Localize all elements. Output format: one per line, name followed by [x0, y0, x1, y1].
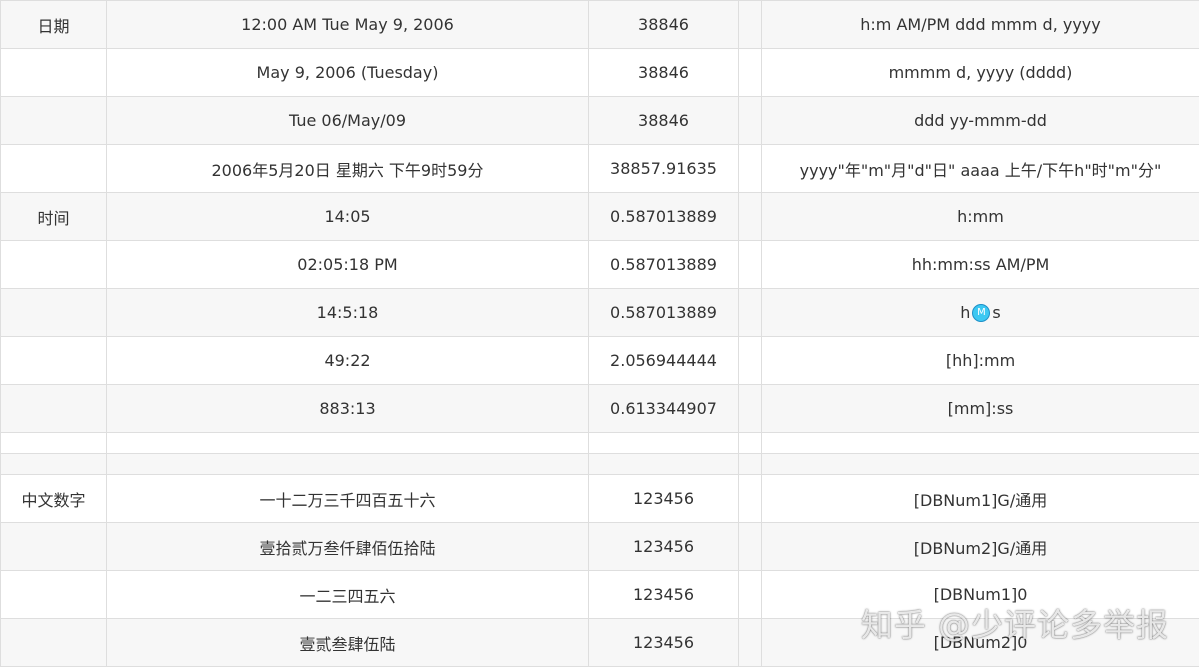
- category-cell: [0, 144, 107, 193]
- spacer-cell: [738, 288, 762, 337]
- empty-row: [0, 453, 1199, 475]
- value-cell: 0.587013889: [588, 288, 739, 337]
- format-cell: [DBNum1]G/通用: [761, 474, 1199, 523]
- display-cell: 12:00 AM Tue May 9, 2006: [106, 0, 589, 49]
- display-cell: May 9, 2006 (Tuesday): [106, 48, 589, 97]
- table-row: 壹拾贰万叁仟肆佰伍拾陆 123456 [DBNum2]G/通用: [0, 522, 1199, 571]
- format-cell: [mm]:ss: [761, 384, 1199, 433]
- table-row: 2006年5月20日 星期六 下午9时59分 38857.91635 yyyy"…: [0, 144, 1199, 193]
- spacer-cell: [738, 384, 762, 433]
- format-prefix: h: [960, 302, 971, 322]
- spacer-cell: [738, 522, 762, 571]
- format-cell: ddd yy-mmm-dd: [761, 96, 1199, 145]
- format-cell: h:mm: [761, 192, 1199, 241]
- category-cell: [0, 96, 107, 145]
- format-cell: mmmm d, yyyy (dddd): [761, 48, 1199, 97]
- value-cell: 38857.91635: [588, 144, 739, 193]
- category-cell: [0, 48, 107, 97]
- spacer-cell: [738, 240, 762, 289]
- spacer-cell: [738, 336, 762, 385]
- table-row: Tue 06/May/09 38846 ddd yy-mmm-dd: [0, 96, 1199, 145]
- spacer-cell: [738, 192, 762, 241]
- value-cell: 38846: [588, 48, 739, 97]
- category-cell: [0, 618, 107, 667]
- category-cell: [0, 288, 107, 337]
- format-cell: yyyy"年"m"月"d"日" aaaa 上午/下午h"时"m"分": [761, 144, 1199, 193]
- display-cell: Tue 06/May/09: [106, 96, 589, 145]
- spacer-cell: [738, 96, 762, 145]
- display-cell: 2006年5月20日 星期六 下午9时59分: [106, 144, 589, 193]
- value-cell: 123456: [588, 522, 739, 571]
- m-badge-icon: M: [972, 304, 991, 323]
- value-cell: 2.056944444: [588, 336, 739, 385]
- category-cell: 中文数字: [0, 474, 107, 523]
- format-suffix: s: [992, 302, 1001, 322]
- category-cell: [0, 240, 107, 289]
- table-row: 日期 12:00 AM Tue May 9, 2006 38846 h:m AM…: [0, 0, 1199, 49]
- category-cell: 时间: [0, 192, 107, 241]
- value-cell: 38846: [588, 96, 739, 145]
- table-row: 14:5:18 0.587013889 hMs: [0, 288, 1199, 337]
- format-cell: h:m AM/PM ddd mmm d, yyyy: [761, 0, 1199, 49]
- table-row: 02:05:18 PM 0.587013889 hh:mm:ss AM/PM: [0, 240, 1199, 289]
- spacer-cell: [738, 618, 762, 667]
- display-cell: 49:22: [106, 336, 589, 385]
- category-cell: [0, 570, 107, 619]
- format-table: 日期 12:00 AM Tue May 9, 2006 38846 h:m AM…: [0, 0, 1199, 667]
- value-cell: 123456: [588, 570, 739, 619]
- spacer-cell: [738, 0, 762, 49]
- spacer-cell: [738, 570, 762, 619]
- empty-row: [0, 432, 1199, 454]
- table-row: 49:22 2.056944444 [hh]:mm: [0, 336, 1199, 385]
- value-cell: 123456: [588, 474, 739, 523]
- format-cell: [DBNum2]G/通用: [761, 522, 1199, 571]
- zhihu-watermark: 知乎 @少评论多举报: [860, 606, 1169, 644]
- category-cell: [0, 384, 107, 433]
- display-cell: 一二三四五六: [106, 570, 589, 619]
- display-cell: 壹拾贰万叁仟肆佰伍拾陆: [106, 522, 589, 571]
- display-cell: 一十二万三千四百五十六: [106, 474, 589, 523]
- format-cell: hh:mm:ss AM/PM: [761, 240, 1199, 289]
- display-cell: 14:5:18: [106, 288, 589, 337]
- spacer-cell: [738, 474, 762, 523]
- display-cell: 02:05:18 PM: [106, 240, 589, 289]
- spacer-cell: [738, 48, 762, 97]
- value-cell: 0.613344907: [588, 384, 739, 433]
- value-cell: 0.587013889: [588, 192, 739, 241]
- format-cell: hMs: [761, 288, 1199, 337]
- spacer-cell: [738, 144, 762, 193]
- display-cell: 14:05: [106, 192, 589, 241]
- value-cell: 0.587013889: [588, 240, 739, 289]
- table-row: 883:13 0.613344907 [mm]:ss: [0, 384, 1199, 433]
- category-cell: [0, 336, 107, 385]
- display-cell: 883:13: [106, 384, 589, 433]
- category-cell: [0, 522, 107, 571]
- value-cell: 123456: [588, 618, 739, 667]
- table-row: 中文数字 一十二万三千四百五十六 123456 [DBNum1]G/通用: [0, 474, 1199, 523]
- table-row: 时间 14:05 0.587013889 h:mm: [0, 192, 1199, 241]
- category-cell: 日期: [0, 0, 107, 49]
- table-row: May 9, 2006 (Tuesday) 38846 mmmm d, yyyy…: [0, 48, 1199, 97]
- display-cell: 壹贰叁肆伍陆: [106, 618, 589, 667]
- value-cell: 38846: [588, 0, 739, 49]
- format-cell: [hh]:mm: [761, 336, 1199, 385]
